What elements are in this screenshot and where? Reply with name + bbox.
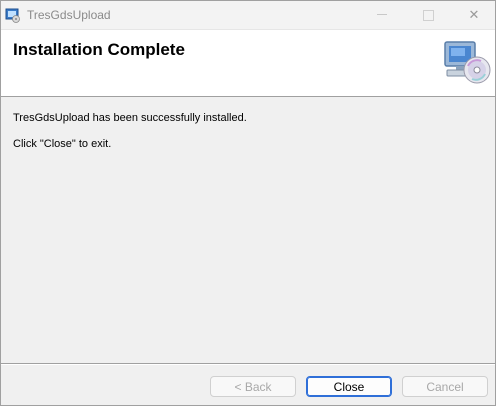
exit-instruction: Click "Close" to exit. [13,138,112,150]
close-icon: ✕ [468,7,480,22]
minimize-icon [377,14,387,15]
title-bar: TresGdsUpload ✕ [1,1,495,30]
page-title: Installation Complete [13,40,185,59]
success-message: TresGdsUpload has been successfully inst… [13,112,247,124]
installer-app-icon [5,8,20,23]
cancel-button[interactable]: Cancel [402,376,488,397]
installer-window: TresGdsUpload ✕ Installation Complete Tr… [0,0,496,406]
close-button[interactable]: Close [306,376,392,397]
computer-with-cd-icon [444,41,491,84]
window-title: TresGdsUpload [27,8,111,22]
maximize-button[interactable] [405,1,451,29]
window-close-button[interactable]: ✕ [451,1,496,29]
minimize-button[interactable] [359,1,405,29]
maximize-icon [423,10,434,21]
footer-divider [1,363,495,365]
wizard-header: Installation Complete [1,30,495,97]
back-button[interactable]: < Back [210,376,296,397]
